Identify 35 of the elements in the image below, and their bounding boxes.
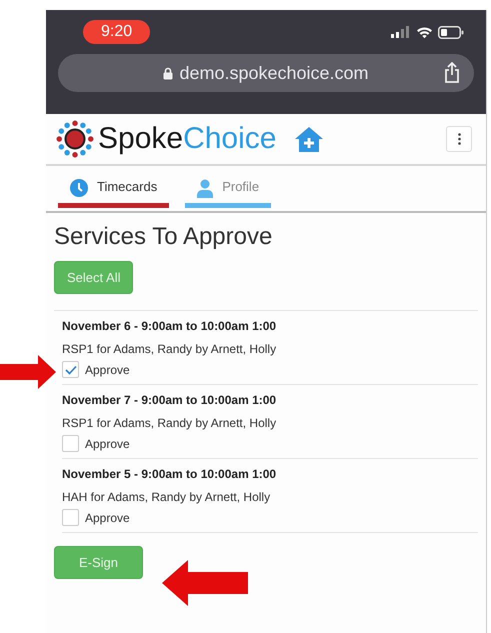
approve-label: Approve	[85, 510, 130, 524]
approve-label: Approve	[85, 436, 130, 450]
signal-icon	[391, 26, 411, 38]
annotation-arrow	[0, 355, 56, 389]
lock-icon	[163, 66, 174, 80]
home-plus-icon[interactable]	[294, 125, 324, 153]
service-detail: HAH for Adams, Randy by Arnett, Holly	[62, 490, 272, 504]
approve-checkbox[interactable]	[62, 509, 79, 526]
service-detail: RSP1 for Adams, Randy by Arnett, Holly	[62, 342, 278, 356]
logo-text: Spoke	[98, 122, 184, 156]
logo-text: Choice	[183, 122, 276, 156]
e-sign-button[interactable]: E-Sign	[54, 546, 144, 579]
status-time: 9:20	[83, 20, 150, 44]
tab[interactable]: Profile	[185, 174, 272, 208]
page-title: Services To Approve	[54, 223, 274, 251]
more-icon	[458, 133, 460, 145]
check-icon	[64, 364, 76, 374]
service-title: November 6 - 9:00am to 10:00am 1:00	[62, 319, 278, 333]
approve-checkbox[interactable]	[62, 435, 79, 452]
service-title: November 5 - 9:00am to 10:00am 1:00	[62, 467, 278, 481]
tab[interactable]: Timecards	[58, 174, 170, 208]
service-detail: RSP1 for Adams, Randy by Arnett, Holly	[62, 416, 278, 430]
person-icon	[197, 179, 214, 198]
menu-button[interactable]	[446, 126, 472, 152]
approve-checkbox[interactable]	[62, 361, 79, 378]
wifi-icon	[416, 26, 433, 38]
address-bar[interactable]: demo.spokechoice.com	[58, 54, 474, 92]
logo-icon	[54, 118, 96, 160]
approve-label: Approve	[85, 362, 130, 376]
url-text: demo.spokechoice.com	[179, 62, 369, 84]
share-icon[interactable]	[444, 62, 460, 83]
clock-icon	[70, 179, 88, 197]
service-title: November 7 - 9:00am to 10:00am 1:00	[62, 393, 278, 407]
select-all-button[interactable]: Select All	[54, 261, 134, 294]
battery-icon	[438, 26, 464, 38]
